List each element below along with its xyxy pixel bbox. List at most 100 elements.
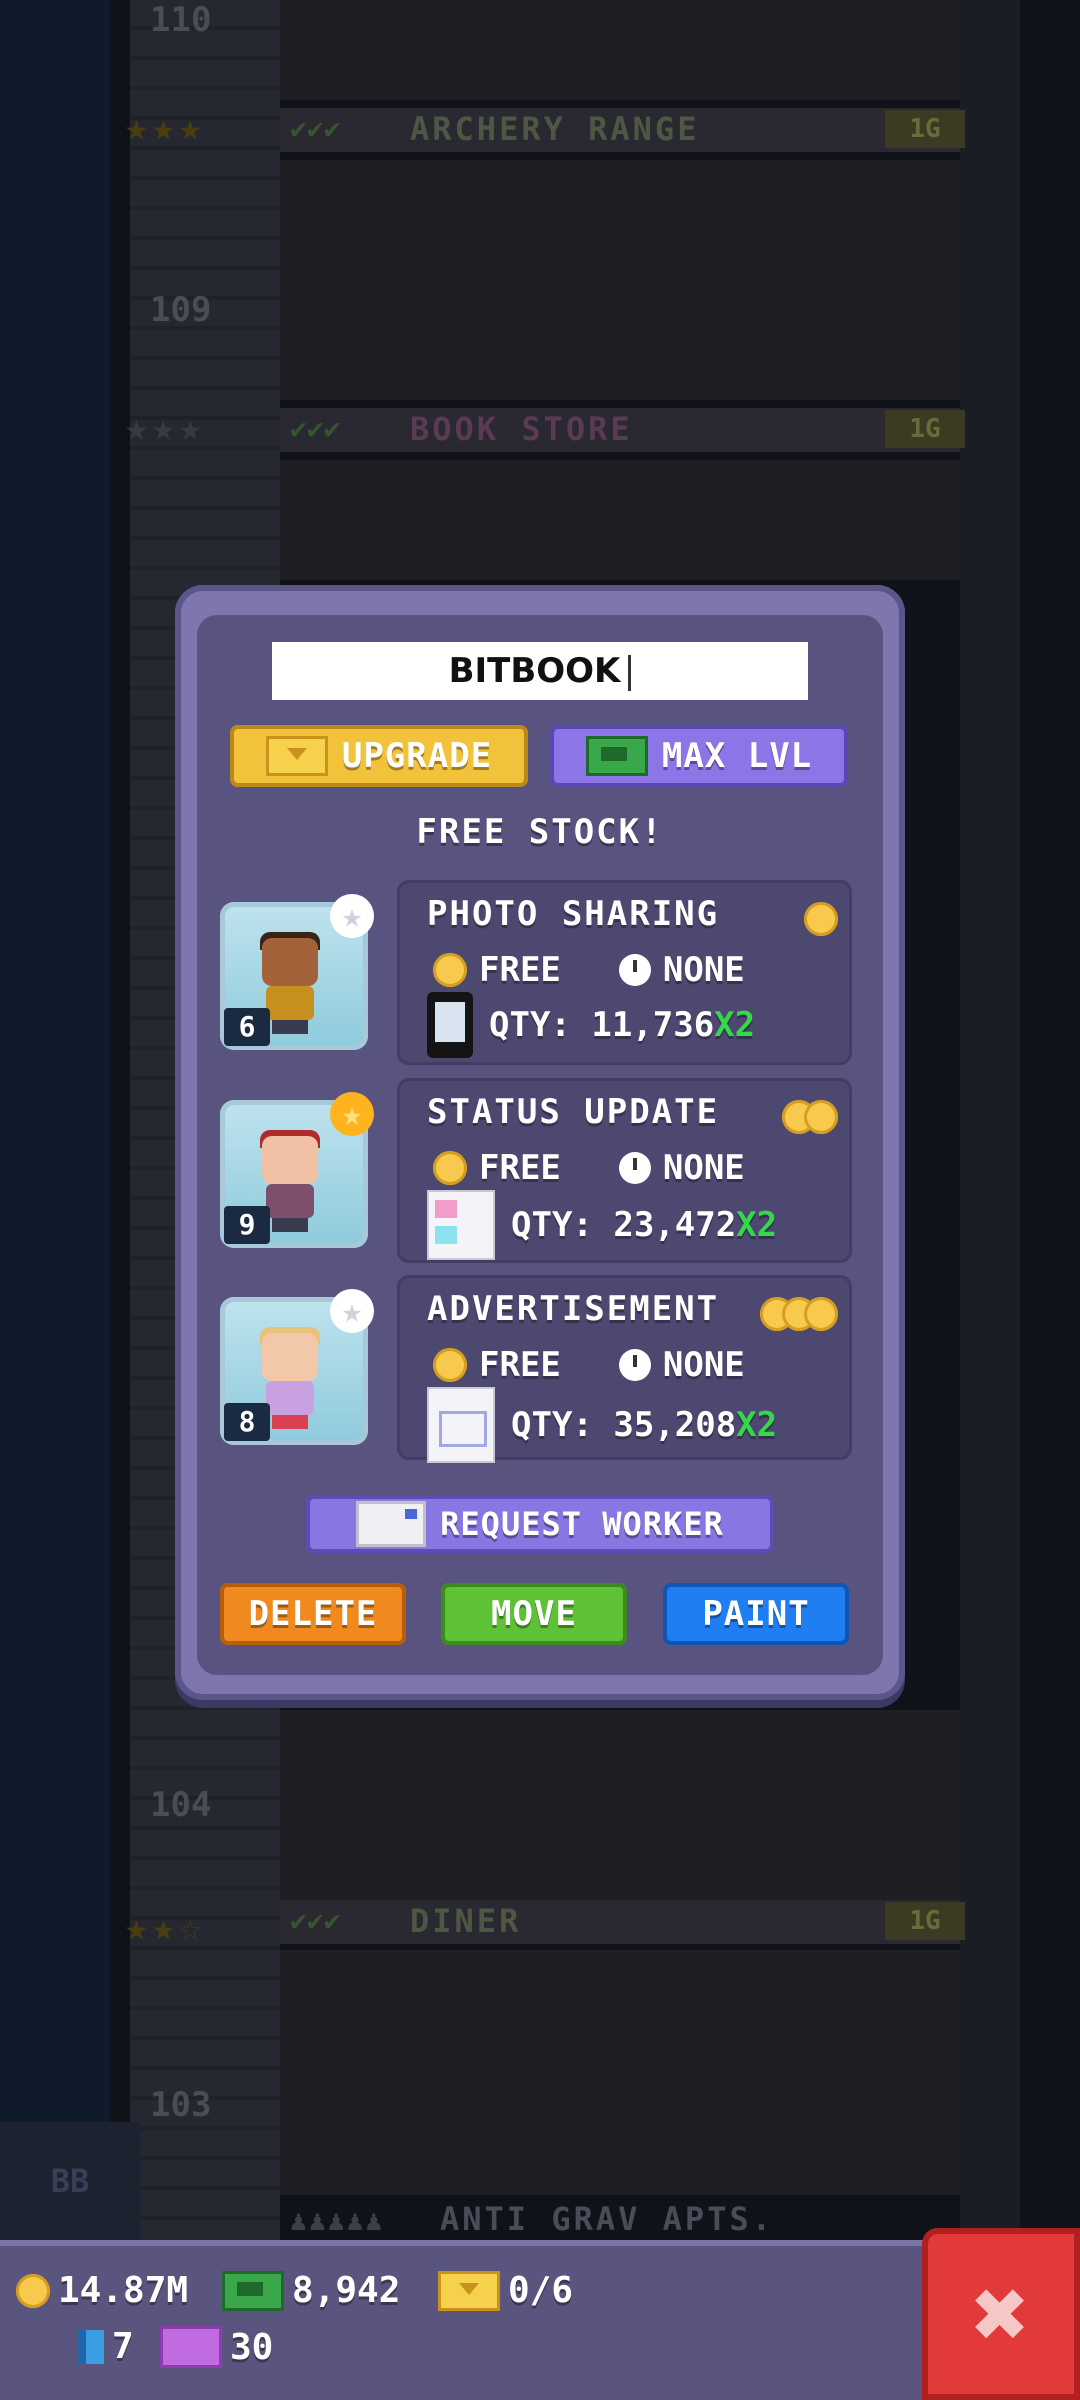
floor-label[interactable]: ANTI GRAV APTS. <box>440 2200 774 2238</box>
product-time: NONE <box>662 950 745 990</box>
delete-button[interactable]: DELETE <box>220 1583 406 1645</box>
product-multiplier: X2 <box>736 1205 778 1245</box>
floor-tag: 1G <box>885 1902 965 1940</box>
floor-room <box>280 160 960 400</box>
coin-icon <box>433 953 467 987</box>
close-icon: ✖ <box>972 2258 1030 2370</box>
worker-level: 9 <box>224 1206 270 1244</box>
coin-tier-icon <box>804 902 838 936</box>
tower-edge <box>960 0 1020 2240</box>
floor-strip <box>280 1900 960 1944</box>
product-cost: FREE <box>479 1148 561 1188</box>
clock-icon <box>618 1349 651 1381</box>
cash-value: 8,942 <box>292 2270 401 2311</box>
cash-icon <box>585 736 648 776</box>
product-cost: FREE <box>479 950 561 990</box>
move-button[interactable]: MOVE <box>441 1583 627 1645</box>
product-row[interactable]: STATUS UPDATE FREE NONE QTY: 23,472X2 <box>397 1078 852 1263</box>
advertisement-icon <box>427 1387 495 1463</box>
text-caret <box>628 654 632 691</box>
free-stock-label: FREE STOCK! <box>416 812 664 852</box>
floor-checks: ✔✔✔ <box>290 1904 341 1937</box>
worker-face <box>262 938 318 986</box>
floor-checks: ✔✔✔ <box>290 112 341 145</box>
worker-card[interactable]: 8 ★ <box>220 1289 374 1445</box>
cash-icon <box>222 2270 284 2311</box>
worker-body <box>266 986 314 1020</box>
worker-card[interactable]: 9 ★ <box>220 1092 374 1248</box>
worker-face <box>262 1333 318 1381</box>
coin-icon <box>16 2273 50 2308</box>
product-qty: QTY: 35,208 <box>511 1405 737 1445</box>
floor-stars: ★★☆ <box>125 1905 206 1949</box>
max-level-button[interactable]: MAX LVL <box>550 725 848 787</box>
bux-icon <box>86 2329 104 2364</box>
floor-name-input[interactable]: BITBOOK <box>272 642 808 700</box>
product-title: ADVERTISEMENT <box>427 1289 720 1329</box>
residents-icon: ♟♟♟♟♟ <box>290 2204 385 2237</box>
floor-label[interactable]: ARCHERY RANGE <box>410 110 699 148</box>
close-button[interactable]: ✖ <box>922 2228 1080 2400</box>
clock-icon <box>618 954 651 986</box>
floor-label[interactable]: BOOK STORE <box>410 410 633 448</box>
coin-tier-icon <box>760 1297 838 1331</box>
worker-level: 6 <box>224 1008 270 1046</box>
floor-tag: 1G <box>885 410 965 448</box>
product-row[interactable]: ADVERTISEMENT FREE NONE QTY: 35,208X2 <box>397 1275 852 1463</box>
product-time: NONE <box>662 1148 745 1188</box>
floor-stars: ★★★ <box>125 105 206 149</box>
upgrade-button[interactable]: UPGRADE <box>230 725 528 787</box>
vip-value: 30 <box>230 2326 274 2368</box>
coin-icon <box>433 1151 467 1185</box>
product-title: STATUS UPDATE <box>427 1092 720 1132</box>
paint-button[interactable]: PAINT <box>663 1583 849 1645</box>
floor-stars: ★★★ <box>125 405 206 449</box>
product-title: PHOTO SHARING <box>427 894 720 934</box>
floor-number: 104 <box>150 1785 212 1825</box>
vip-icon <box>160 2326 222 2368</box>
coins-value: 14.87M <box>58 2270 189 2311</box>
worker-legs <box>272 1415 308 1429</box>
product-qty: QTY: 23,472 <box>511 1205 737 1245</box>
floor-number: 110 <box>150 0 212 40</box>
tickets-value: 0/6 <box>508 2270 574 2311</box>
phone-icon <box>427 992 473 1058</box>
floor-checks: ✔✔✔ <box>290 412 341 445</box>
bux-counter[interactable]: 7 <box>86 2326 134 2367</box>
floor-label[interactable]: DINER <box>410 1902 521 1940</box>
floor-tag: 1G <box>885 110 965 148</box>
resource-hud <box>0 2240 930 2400</box>
worker-body <box>266 1381 314 1415</box>
bb-button[interactable]: BB <box>0 2122 140 2240</box>
floor-room <box>280 0 960 100</box>
floor-room <box>280 1950 960 2195</box>
tickets-counter[interactable]: 0/6 <box>438 2270 573 2311</box>
product-multiplier: X2 <box>736 1405 778 1445</box>
product-qty: QTY: 11,736 <box>489 1005 715 1045</box>
worker-body <box>266 1184 314 1218</box>
max-level-label: MAX LVL <box>661 736 813 776</box>
star-icon: ★ <box>330 1092 374 1136</box>
worker-legs <box>272 1020 308 1034</box>
upgrade-label: UPGRADE <box>341 736 493 776</box>
ticket-icon <box>265 736 328 776</box>
floor-room <box>280 1710 960 1900</box>
sky <box>0 0 110 2240</box>
ticket-icon <box>438 2270 500 2311</box>
floor-room <box>280 460 960 580</box>
clock-icon <box>618 1152 651 1184</box>
coins-counter[interactable]: 14.87M <box>16 2270 188 2311</box>
worker-card[interactable]: 6 ★ <box>220 894 374 1050</box>
product-cost: FREE <box>479 1345 561 1385</box>
request-worker-label: REQUEST WORKER <box>440 1505 724 1543</box>
status-update-icon <box>427 1190 495 1260</box>
cash-counter[interactable]: 8,942 <box>222 2270 400 2311</box>
star-icon: ★ <box>330 894 374 938</box>
floor-number: 103 <box>150 2085 212 2125</box>
request-worker-button[interactable]: REQUEST WORKER <box>306 1495 774 1553</box>
bux-value: 7 <box>112 2326 134 2367</box>
floor-number: 109 <box>150 290 212 330</box>
coin-icon <box>433 1348 467 1382</box>
product-row[interactable]: PHOTO SHARING FREE NONE QTY: 11,736X2 <box>397 880 852 1065</box>
vip-counter[interactable]: 30 <box>160 2326 273 2368</box>
